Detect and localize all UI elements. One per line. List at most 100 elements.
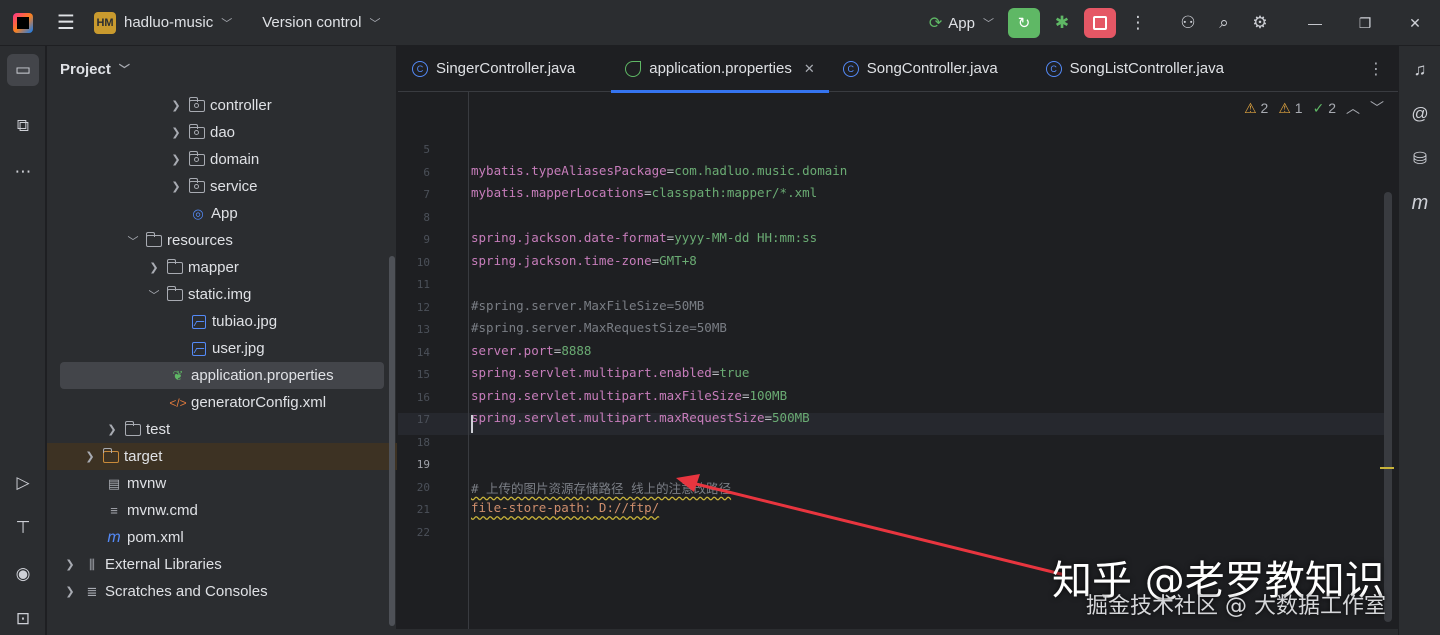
spring-boot-icon: ⟳: [928, 15, 943, 32]
comment-text: # 上传的图片资源存储路径 线上的注意改路径: [471, 480, 732, 496]
editor-scrollbar[interactable]: [1384, 192, 1392, 622]
property-key: mybatis.typeAliasesPackage: [471, 162, 667, 178]
add-user-icon[interactable]: ⚇: [1170, 0, 1206, 46]
run-tool-icon[interactable]: ▷: [7, 467, 39, 499]
expand-arrow-icon[interactable]: ❯: [147, 261, 161, 274]
tab-label: SingerController.java: [436, 60, 576, 77]
close-window-button[interactable]: ✕: [1390, 0, 1440, 46]
tree-item-static-img[interactable]: ﹀ static.img: [47, 281, 397, 308]
tab-songcontroller[interactable]: C SongController.java: [829, 46, 1012, 92]
restore-button[interactable]: ❐: [1340, 0, 1390, 46]
chevron-down-icon[interactable]: ﹀: [1370, 98, 1384, 118]
tree-item-user-jpg[interactable]: user.jpg: [47, 335, 397, 362]
expand-arrow-icon[interactable]: ❯: [83, 450, 97, 463]
tree-item-mapper[interactable]: ❯ mapper: [47, 254, 397, 281]
structure-icon[interactable]: ⧉: [7, 110, 39, 142]
project-switcher[interactable]: hadluo-music: [124, 14, 213, 31]
build-hammer-icon[interactable]: ⊤: [7, 512, 39, 544]
expand-arrow-icon[interactable]: ❯: [169, 99, 183, 112]
spring-properties-icon: ❦: [172, 367, 184, 383]
run-configuration-selector[interactable]: ⟳ App ﹀: [929, 13, 994, 33]
line-number: 21: [416, 503, 430, 516]
expand-arrow-icon[interactable]: ❯: [63, 558, 77, 571]
expand-arrow-icon[interactable]: ❯: [169, 180, 183, 193]
tree-item-dao[interactable]: ❯ dao: [47, 119, 397, 146]
project-tool-folder-icon[interactable]: ▭: [7, 54, 39, 86]
check-icon: ✓: [1312, 99, 1325, 116]
maven-tool-icon[interactable]: m: [1404, 187, 1436, 219]
expand-arrow-icon[interactable]: ❯: [169, 153, 183, 166]
line-number: 22: [416, 525, 430, 539]
tree-item-service[interactable]: ❯ service: [47, 173, 397, 200]
tree-item-mvnw[interactable]: ▤ mvnw: [47, 470, 397, 497]
line-number: 17: [416, 413, 430, 426]
right-tool-strip: ♫ @ ⛁ m: [1398, 46, 1440, 635]
more-actions-icon[interactable]: ⋮: [1120, 0, 1156, 46]
hamburger-menu-icon[interactable]: ☰: [46, 0, 86, 46]
search-icon[interactable]: ⌕: [1206, 0, 1242, 46]
expand-arrow-icon[interactable]: ❯: [105, 423, 119, 436]
tree-item-label: mapper: [188, 259, 239, 276]
package-folder-icon: [188, 96, 205, 112]
chevron-up-icon[interactable]: ︿: [1346, 98, 1360, 118]
settings-gear-icon[interactable]: ⚙: [1242, 0, 1278, 46]
ai-assistant-icon[interactable]: @: [1404, 98, 1436, 130]
property-value: classpath:mapper/*.xml: [651, 185, 818, 200]
tree-item-scratches[interactable]: ❯ ≣ Scratches and Consoles: [47, 578, 397, 605]
tree-item-mvnw-cmd[interactable]: ≡ mvnw.cmd: [47, 497, 397, 524]
tab-options-icon[interactable]: ⋮: [1368, 46, 1384, 92]
tree-item-tubiao-jpg[interactable]: tubiao.jpg: [47, 308, 397, 335]
tree-item-label: application.properties: [191, 367, 334, 384]
property-value: yyyy-MM-dd HH:mm:ss: [674, 230, 818, 245]
intellij-logo-icon[interactable]: [0, 0, 46, 46]
weak-warning-icon: ⚠: [1278, 99, 1291, 116]
text-caret: [471, 415, 473, 433]
property-key: spring.jackson.date-format: [471, 230, 667, 245]
tree-item-resources[interactable]: ﹀ resources: [47, 227, 397, 254]
debug-bug-icon[interactable]: ✱: [1044, 0, 1080, 46]
tree-item-external-libraries[interactable]: ❯ ⫼ External Libraries: [47, 551, 397, 578]
code-line: # 上传的图片资源存储路径 线上的注意改路径: [471, 478, 731, 497]
tree-item-pom-xml[interactable]: m pom.xml: [47, 524, 397, 551]
tab-songlistcontroller[interactable]: C SongListController.java: [1032, 46, 1238, 92]
rerun-button[interactable]: ↻: [1008, 8, 1040, 38]
line-number: 11: [416, 278, 430, 291]
minimize-button[interactable]: —: [1290, 0, 1340, 46]
raw-property-line: file-store-path: D://ftp/: [471, 500, 660, 515]
collapse-arrow-icon[interactable]: ﹀: [126, 233, 140, 249]
line-number: 20: [416, 480, 430, 494]
warning-stripe-marker[interactable]: [1380, 467, 1394, 469]
chevron-down-icon: ﹀: [221, 17, 233, 30]
tab-application-properties[interactable]: application.properties ✕: [611, 46, 829, 93]
notifications-bell-icon[interactable]: ♫: [1404, 54, 1436, 86]
run-config-label: App: [948, 14, 975, 32]
code-line: file-store-path: D://ftp/: [471, 500, 659, 515]
tree-item-label: service: [210, 178, 258, 195]
tab-singercontroller[interactable]: C SingerController.java: [398, 46, 589, 92]
expand-arrow-icon[interactable]: ❯: [169, 126, 183, 139]
expand-arrow-icon[interactable]: ❯: [63, 585, 77, 598]
services-icon[interactable]: ◉: [7, 558, 39, 590]
folder-icon: [166, 258, 183, 274]
more-tools-icon[interactable]: ⋯: [7, 156, 39, 188]
version-control-widget[interactable]: Version control ﹀: [254, 14, 380, 31]
editor-tabs: C SingerController.java application.prop…: [398, 46, 1398, 93]
image-file-icon: [192, 341, 206, 356]
tree-item-app[interactable]: ◎ App: [47, 200, 397, 227]
tree-item-generatorconfig-xml[interactable]: </> generatorConfig.xml: [47, 389, 397, 416]
terminal-icon[interactable]: ⊡: [7, 603, 39, 635]
project-scrollbar[interactable]: [389, 256, 395, 626]
inspection-widget[interactable]: ⚠ 2 ⚠ 1 ✓ 2 ︿ ﹀: [1244, 98, 1384, 118]
tree-item-domain[interactable]: ❯ domain: [47, 146, 397, 173]
close-tab-icon[interactable]: ✕: [804, 61, 815, 77]
tree-item-controller[interactable]: ❯ controller: [47, 92, 397, 119]
libraries-icon: ⫼: [89, 556, 95, 572]
project-view-selector[interactable]: Project ﹀: [47, 46, 396, 92]
tree-item-test[interactable]: ❯ test: [47, 416, 397, 443]
collapse-arrow-icon[interactable]: ﹀: [147, 287, 161, 303]
stop-button[interactable]: [1084, 8, 1116, 38]
line-number: 18: [416, 435, 430, 449]
database-icon[interactable]: ⛁: [1404, 143, 1436, 175]
tree-item-application-properties[interactable]: ❦ application.properties: [60, 362, 384, 389]
tree-item-target[interactable]: ❯ target: [47, 443, 397, 470]
